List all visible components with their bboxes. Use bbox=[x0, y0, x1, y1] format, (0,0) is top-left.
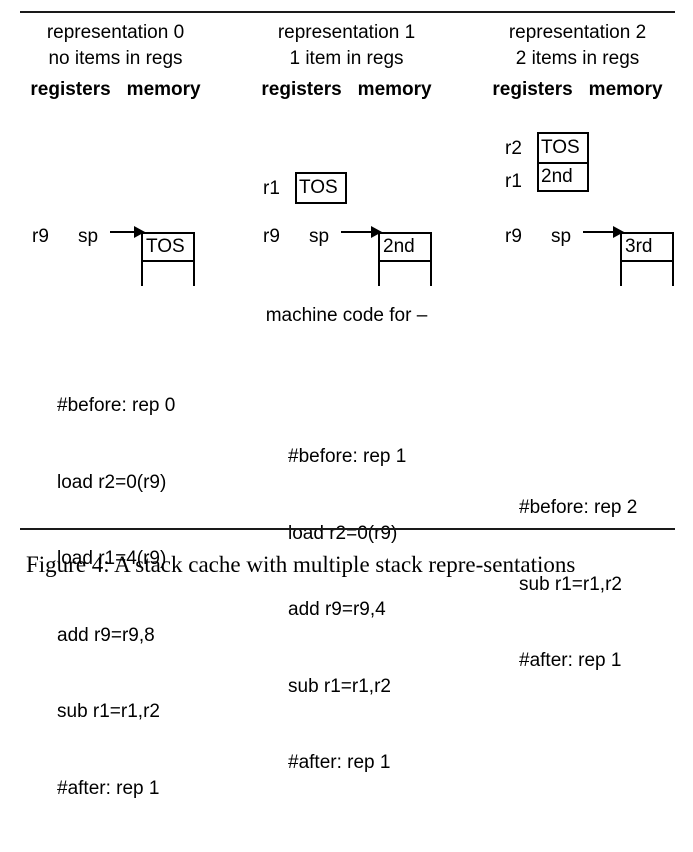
stack-diagrams: r9 sp TOS r1 TOS r9 sp 2nd r2 r1 TOS 2nd… bbox=[0, 120, 693, 300]
memory-cell-top: 2nd bbox=[378, 232, 432, 262]
register-box: TOS 2nd bbox=[537, 132, 589, 192]
code-line: #before: rep 0 bbox=[57, 395, 176, 416]
register-cell-0: TOS bbox=[541, 137, 580, 158]
column-headers: registers memory bbox=[0, 76, 231, 104]
register-label-sp: r9 bbox=[505, 226, 522, 247]
code-block-2: #before: rep 2 sub r1=r1,r2 #after: rep … bbox=[519, 444, 637, 725]
code-line: #after: rep 1 bbox=[288, 752, 391, 773]
code-line: load r2=0(r9) bbox=[288, 522, 398, 544]
representation-title-line1: representation 1 bbox=[277, 22, 416, 43]
register-cell-1: 2nd bbox=[539, 162, 587, 190]
stack-diagram-0: r9 sp TOS bbox=[0, 120, 231, 300]
code-line: #before: rep 2 bbox=[519, 497, 638, 518]
stack-pointer-arrow bbox=[341, 226, 382, 238]
register-label-1: r1 bbox=[505, 171, 522, 192]
figure-caption: Figure 4: A stack cache with multiple st… bbox=[26, 552, 576, 577]
header-registers: registers bbox=[492, 79, 573, 100]
header-memory: memory bbox=[357, 79, 432, 100]
representation-title-line2: 2 items in regs bbox=[515, 48, 640, 69]
code-line: load r2=0(r9) bbox=[57, 471, 167, 493]
representation-title-line1: representation 0 bbox=[46, 22, 185, 43]
code-line: add r9=r9,4 bbox=[288, 599, 386, 620]
memory-cell-open bbox=[620, 262, 674, 286]
stack-pointer-arrow bbox=[583, 226, 624, 238]
code-line: sub r1=r1,r2 bbox=[288, 675, 391, 697]
figure-top-rule bbox=[20, 11, 675, 13]
stack-pointer-label: sp bbox=[78, 226, 99, 247]
stack-pointer-label: sp bbox=[551, 226, 572, 247]
representation-title-line2: 1 item in regs bbox=[289, 48, 404, 69]
representation-column-1: representation 1 1 item in regs register… bbox=[231, 20, 462, 120]
memory-cell-open bbox=[141, 262, 195, 286]
code-line: add r9=r9,8 bbox=[57, 624, 155, 646]
representation-column-2: representation 2 2 items in regs registe… bbox=[462, 20, 693, 120]
register-label-sp: r9 bbox=[32, 226, 49, 247]
figure-body: representation 0 no items in regs regist… bbox=[0, 20, 693, 799]
memory-stack: 3rd bbox=[620, 232, 674, 286]
register-cell-0: TOS bbox=[299, 177, 338, 198]
code-line: #after: rep 1 bbox=[519, 650, 622, 671]
header-memory: memory bbox=[588, 79, 663, 100]
code-block-1: #before: rep 1 load r2=0(r9) add r9=r9,4… bbox=[288, 393, 406, 827]
header-memory: memory bbox=[126, 79, 201, 100]
header-registers: registers bbox=[261, 79, 342, 100]
header-registers: registers bbox=[30, 79, 111, 100]
figure-bottom-rule bbox=[20, 528, 675, 530]
representation-title-line2: no items in regs bbox=[48, 48, 183, 69]
memory-stack: TOS bbox=[141, 232, 195, 286]
stack-diagram-2: r2 r1 TOS 2nd r9 sp 3rd bbox=[462, 120, 693, 300]
stack-pointer-label: sp bbox=[309, 226, 330, 247]
register-box: TOS bbox=[295, 172, 347, 204]
register-label-0: r2 bbox=[505, 138, 522, 159]
register-label-sp: r9 bbox=[263, 226, 280, 247]
column-headers: registers memory bbox=[231, 76, 462, 104]
register-label-0: r1 bbox=[263, 178, 280, 199]
code-line: #before: rep 1 bbox=[288, 446, 407, 467]
memory-stack: 2nd bbox=[378, 232, 432, 286]
stack-diagram-1: r1 TOS r9 sp 2nd bbox=[231, 120, 462, 300]
memory-cell-top: TOS bbox=[141, 232, 195, 262]
code-block-0: #before: rep 0 load r2=0(r9) load r1=4(r… bbox=[57, 342, 175, 852]
memory-cell-top: 3rd bbox=[620, 232, 674, 262]
memory-cell-open bbox=[378, 262, 432, 286]
column-headers: registers memory bbox=[462, 76, 693, 104]
representation-title-line1: representation 2 bbox=[508, 22, 647, 43]
code-line: sub r1=r1,r2 bbox=[57, 701, 160, 722]
machine-code-label: machine code for – bbox=[265, 305, 428, 326]
stack-pointer-arrow bbox=[110, 226, 145, 238]
code-line: #after: rep 1 bbox=[57, 777, 160, 799]
representation-column-0: representation 0 no items in regs regist… bbox=[0, 20, 231, 120]
